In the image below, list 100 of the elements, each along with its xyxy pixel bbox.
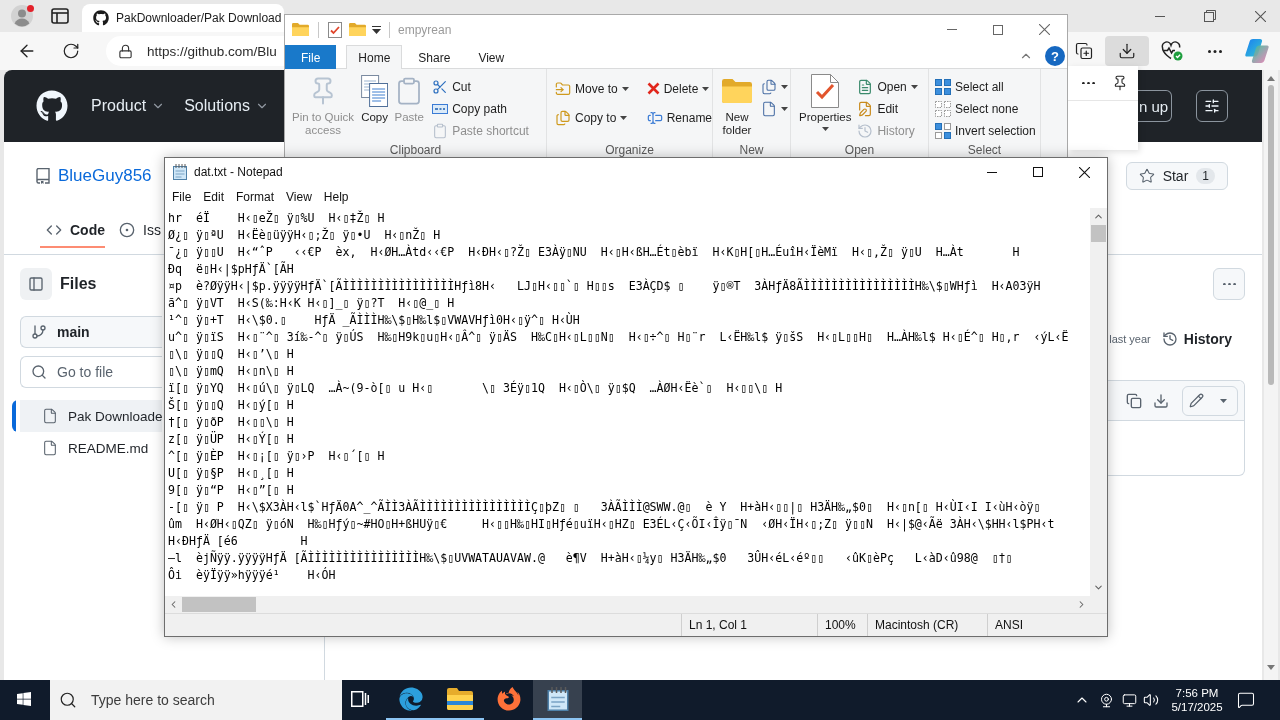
ribbon-button[interactable]: Copy path xyxy=(430,98,509,120)
repo-tab[interactable]: Code xyxy=(40,214,105,248)
repo-icon xyxy=(36,168,50,184)
more-icon xyxy=(1222,282,1236,286)
window-panes-icon xyxy=(16,691,32,707)
menu-item[interactable]: View xyxy=(280,187,318,207)
copy-icon xyxy=(1125,392,1142,409)
ribbon-button[interactable]: Rename xyxy=(644,103,715,132)
help-button[interactable]: ? xyxy=(1045,46,1065,66)
swirl-logo-icon xyxy=(1245,39,1269,63)
heart-pulse-icon xyxy=(1161,41,1183,61)
status-text: Macintosh (CR) xyxy=(875,618,959,632)
download-icon xyxy=(1118,42,1136,60)
folder-icon xyxy=(292,22,309,37)
caret-icon xyxy=(621,86,629,91)
clock-date: 5/17/2025 xyxy=(1171,701,1223,713)
text-line: Ôi èÿÏÿÿ»hÿÿÿé¹ H‹ÓH xyxy=(168,567,336,584)
ribbon-tab[interactable]: Home xyxy=(346,45,403,69)
ribbon-button[interactable]: Edit xyxy=(855,98,901,120)
repo-owner-link[interactable]: BlueGuy856 xyxy=(58,166,152,186)
notepad-icon xyxy=(172,164,188,180)
text-line: z[▯ ÿ▯ÜP H‹▯Ý[▯ H xyxy=(168,431,294,448)
text-page-icon xyxy=(857,79,874,95)
ribbon-button[interactable]: Open xyxy=(855,76,920,98)
file-icon xyxy=(42,440,58,456)
customize-button[interactable] xyxy=(372,25,381,34)
nav-menu[interactable]: Solutions xyxy=(184,97,269,115)
more-icon xyxy=(1208,49,1222,53)
minimize-icon xyxy=(947,29,957,30)
scrollbar-thumb[interactable] xyxy=(1268,85,1274,385)
ribbon-tab[interactable]: View xyxy=(466,45,517,69)
pages-icon xyxy=(361,75,389,107)
vertical-scrollbar[interactable] xyxy=(1090,208,1107,596)
page-icon xyxy=(761,101,777,117)
tab-panel-icon xyxy=(51,8,69,24)
taskbar-search-field[interactable]: Type here to search xyxy=(50,680,342,720)
scroll-up-icon xyxy=(1267,76,1275,81)
menu-item[interactable]: File xyxy=(166,187,198,207)
menu-item[interactable]: Format xyxy=(230,187,281,207)
text-line: ¯¿▯ ÿ▯▯U H‹“ˆP ‹‹€P èx, H‹ØH…Àtd‹‹€P H‹ÐH‹▯?Ž▯ E3Àÿ▯NU H‹▯H‹ßH…Ét▯èbï H‹K▯H[▯H…ÉuîH‹ÏèMï H‹▯,Ž▯ ÿ▯U H…Àt H xyxy=(168,244,1020,261)
ribbon-button[interactable]: Properties xyxy=(799,74,852,131)
sliders-icon xyxy=(1204,98,1220,114)
search-icon xyxy=(59,691,77,709)
nav-menu[interactable]: Product xyxy=(91,97,166,115)
ribbon-button[interactable]: Delete xyxy=(644,74,712,103)
scissors-icon xyxy=(432,79,449,95)
file-menu-tab[interactable]: File xyxy=(285,45,337,69)
branch-button[interactable]: main xyxy=(20,316,162,348)
text-line: Š[▯ ÿ▯▯Q H‹▯ý[▯ H xyxy=(168,397,294,414)
caret-icon xyxy=(620,115,628,120)
file-search-field[interactable]: Go to file xyxy=(20,356,162,388)
file-list-item[interactable]: Pak Downloade xyxy=(12,400,162,432)
scrollbar-thumb[interactable] xyxy=(182,597,256,612)
scrollbar-thumb[interactable] xyxy=(1091,225,1106,242)
monitor-icon xyxy=(1121,692,1137,708)
dropdown-icon xyxy=(372,25,381,34)
text-cursor-icon xyxy=(646,109,663,126)
folder-arrow-icon xyxy=(555,80,571,97)
avatar-icon xyxy=(11,5,33,27)
caret-icon xyxy=(1220,398,1227,403)
ribbon-tab[interactable]: Share xyxy=(406,45,463,69)
ribbon-button[interactable]: Move to xyxy=(553,74,631,103)
history-button[interactable]: History xyxy=(1153,322,1240,356)
notification-icon xyxy=(1237,691,1255,709)
page-pencil-icon xyxy=(857,101,874,117)
menu-item[interactable]: Edit xyxy=(197,187,231,207)
downloads-button[interactable] xyxy=(1105,36,1149,66)
taskbar-app-button[interactable] xyxy=(533,680,582,720)
ribbon-button[interactable]: Copy xyxy=(361,74,389,124)
ribbon-button[interactable]: Select all xyxy=(933,76,1006,98)
ribbon-button[interactable]: Cut xyxy=(430,76,473,98)
file-list-item[interactable]: README.md xyxy=(12,432,162,464)
page-check-icon xyxy=(811,74,840,108)
star-button[interactable]: Star 1 xyxy=(1125,162,1228,190)
grid-squares-icon xyxy=(935,79,951,95)
ribbon-button[interactable]: New folder xyxy=(719,74,755,137)
ribbon-button[interactable]: Invert selection xyxy=(933,120,1038,142)
path-bar-icon xyxy=(432,104,449,114)
ribbon-button[interactable]: Select none xyxy=(933,98,1021,120)
properties-button[interactable] xyxy=(328,21,342,38)
ribbon-button[interactable]: Copy to xyxy=(553,103,630,132)
clipboard-icon xyxy=(432,123,449,139)
new-folder-button[interactable] xyxy=(349,22,366,37)
folder-button[interactable] xyxy=(292,22,309,37)
refresh-icon xyxy=(62,42,80,60)
browser-tab[interactable]: PakDownloader/Pak Download xyxy=(82,4,284,32)
notification-dot-icon xyxy=(27,5,34,12)
restore-icon xyxy=(1204,10,1216,22)
page-scrollbar[interactable] xyxy=(1264,70,1278,680)
settings-button[interactable] xyxy=(1196,90,1228,122)
text-line: ^[▯ ÿ▯ÈP H‹▯¡[▯ ÿ▯›P H‹▯´[▯ H xyxy=(168,448,385,465)
profile-button[interactable] xyxy=(8,2,36,30)
menu-item[interactable]: Help xyxy=(317,187,355,207)
repo-tab[interactable]: Iss xyxy=(113,214,161,248)
sign-up-button[interactable]: n up xyxy=(1138,90,1172,122)
minimize-icon xyxy=(987,171,997,173)
side-panel-button[interactable] xyxy=(20,268,52,300)
text-line: H‹ÐHƒÄ [é6 H xyxy=(168,533,308,550)
text-line: -[▯ ÿ▯ P H‹\$X3ÀH‹l$`HƒÄ0A^_^ÃÌÌ3ÀÃÌÌÌÌÌÌÌÌÌÌÌÌÌÌÌÌÇ▯þZ▯ ▯ 3ÀÃÌÌÌ@SWW.@▯ è Y H+àH‹▯▯|▯ H3ÄH‰„$0▯ H‹▯n[▯ H‹ÙI‹I I‹ùH‹òÿ▯ xyxy=(168,499,1041,516)
address-field[interactable]: https://github.com/Blu xyxy=(106,36,284,66)
